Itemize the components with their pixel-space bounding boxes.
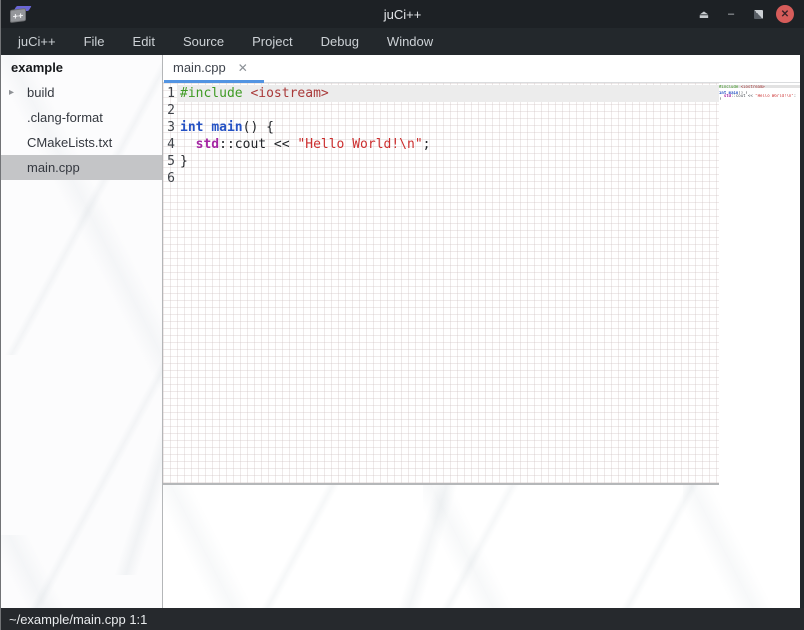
line-number: 4 — [163, 136, 175, 153]
tab-close-icon[interactable]: ✕ — [238, 61, 248, 75]
tree-item-clang-format[interactable]: .clang-format — [1, 105, 162, 130]
menu-item-debug[interactable]: Debug — [315, 34, 365, 49]
app-icon-face: ++ — [10, 8, 26, 23]
menu-item-window[interactable]: Window — [381, 34, 439, 49]
terminal-panel[interactable] — [163, 485, 804, 608]
minimap-line — [719, 100, 800, 103]
tree-item-label: .clang-format — [27, 110, 103, 125]
code-line-6: 6 — [163, 170, 719, 187]
tab-bar: main.cpp ✕ — [163, 55, 804, 83]
menu-item-project[interactable]: Project — [246, 34, 298, 49]
tab-main-cpp[interactable]: main.cpp ✕ — [164, 55, 264, 83]
status-bar: ~/example/main.cpp 1:1 — [1, 608, 804, 630]
tree-item-label: build — [27, 85, 54, 100]
shade-button[interactable]: ⏏ — [695, 5, 713, 23]
line-number: 2 — [163, 102, 175, 119]
code-line-4: 4 std::cout << "Hello World!\n"; — [163, 136, 719, 153]
maximize-icon — [754, 10, 763, 19]
minimize-icon: – — [728, 8, 734, 20]
code-lines[interactable]: 1#include <iostream>23int main() {4 std:… — [163, 83, 719, 187]
main-area: example ▸ build .clang-format CMakeLists.tx… — [1, 55, 804, 608]
app-icon: ++ — [10, 4, 32, 24]
close-button[interactable]: ✕ — [776, 5, 794, 23]
title-bar: ++ juCi++ ⏏ – ✕ — [1, 0, 804, 28]
menu-item-juci[interactable]: juCi++ — [12, 34, 62, 49]
juci-window: ++ juCi++ ⏏ – ✕ juCi++ File Edit Source Proj… — [0, 0, 804, 630]
menu-item-edit[interactable]: Edit — [127, 34, 161, 49]
code-line-5: 5} — [163, 153, 719, 170]
close-icon: ✕ — [781, 9, 789, 20]
maximize-button[interactable] — [749, 5, 767, 23]
minimap-line: std::cout << "Hello World!\n"; — [719, 94, 800, 97]
tab-label: main.cpp — [173, 60, 226, 75]
window-controls: ⏏ – ✕ — [695, 5, 804, 23]
code-editor[interactable]: 1#include <iostream>23int main() {4 std:… — [163, 83, 804, 483]
window-title: juCi++ — [1, 7, 804, 22]
code-line-3: 3int main() { — [163, 119, 719, 136]
code-line-1: 1#include <iostream> — [163, 85, 719, 102]
tree-item-build[interactable]: ▸ build — [1, 80, 162, 105]
tree-item-cmakelists-txt[interactable]: CMakeLists.txt — [1, 130, 162, 155]
code-region[interactable]: 1#include <iostream>23int main() {4 std:… — [163, 83, 719, 483]
vertical-scrollbar[interactable] — [800, 55, 804, 608]
editor-pane: main.cpp ✕ 1#include <iostream>23int mai… — [163, 55, 804, 608]
tree-item-label: main.cpp — [27, 160, 80, 175]
tree-root-label: example — [1, 55, 162, 80]
status-text: ~/example/main.cpp 1:1 — [9, 612, 147, 627]
menu-bar: juCi++ File Edit Source Project Debug Window — [1, 28, 804, 55]
tree-item-main-cpp[interactable]: main.cpp — [1, 155, 162, 180]
file-tree: ▸ build .clang-format CMakeLists.txt main.cp… — [1, 80, 162, 180]
source-minimap[interactable]: #include <iostream>int main() { std::cou… — [719, 83, 800, 485]
line-number: 1 — [163, 85, 175, 102]
line-number: 5 — [163, 153, 175, 170]
tree-item-label: CMakeLists.txt — [27, 135, 112, 150]
menu-item-file[interactable]: File — [78, 34, 111, 49]
minimize-button[interactable]: – — [722, 5, 740, 23]
shade-icon: ⏏ — [699, 8, 709, 21]
code-line-2: 2 — [163, 102, 719, 119]
line-number: 3 — [163, 119, 175, 136]
file-tree-sidebar: example ▸ build .clang-format CMakeLists.tx… — [1, 55, 163, 608]
menu-item-source[interactable]: Source — [177, 34, 230, 49]
line-number: 6 — [163, 170, 175, 187]
expander-arrow-icon[interactable]: ▸ — [9, 80, 14, 105]
